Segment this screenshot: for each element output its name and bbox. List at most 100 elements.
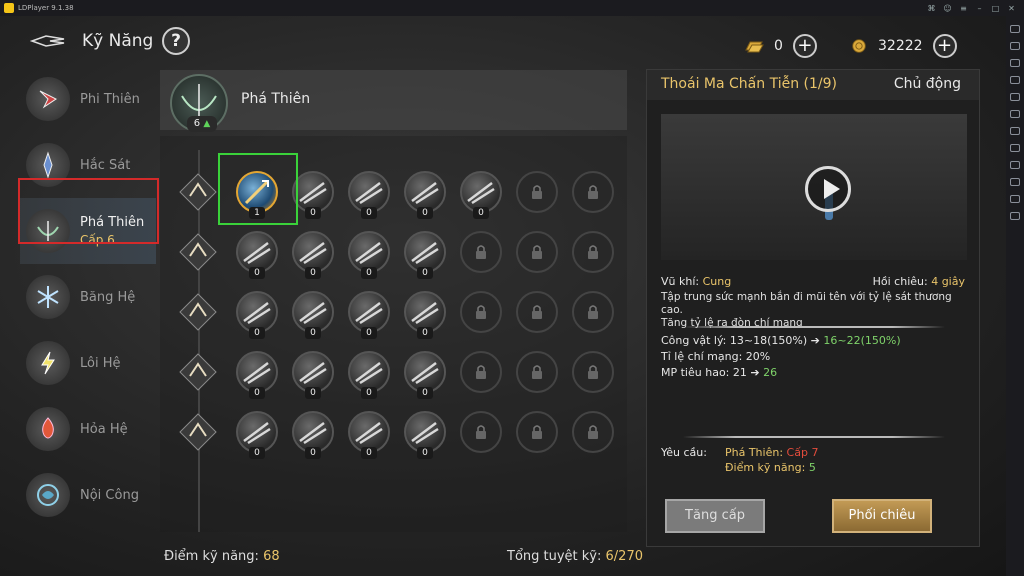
category-pha-thien[interactable]: Phá Thiên Cấp 6 xyxy=(20,198,156,264)
locked-skill-node[interactable] xyxy=(572,351,614,393)
locked-skill-node[interactable] xyxy=(572,171,614,213)
locked-skill-node[interactable] xyxy=(460,231,502,273)
lock-icon xyxy=(588,185,598,199)
skill-node-level: 1 xyxy=(249,207,265,219)
mp-next-value: 26 xyxy=(763,366,778,379)
skill-node[interactable]: 0 xyxy=(292,411,334,459)
upgrade-button[interactable]: Tăng cấp xyxy=(665,499,765,533)
locked-skill-node[interactable] xyxy=(460,351,502,393)
skill-art-icon xyxy=(243,362,271,385)
skill-art-icon xyxy=(299,302,327,325)
skill-node[interactable]: 0 xyxy=(404,351,446,399)
minimize-icon[interactable]: – xyxy=(975,4,984,13)
skill-node[interactable]: 0 xyxy=(348,231,390,279)
emulator-titlebar: LDPlayer 9.1.38 ⌘ ☺ ≡ – □ ✕ xyxy=(0,0,1024,16)
skill-node[interactable]: 0 xyxy=(236,231,278,279)
locked-skill-node[interactable] xyxy=(516,411,558,453)
category-loi-he[interactable]: Lôi Hệ xyxy=(20,330,156,396)
folder-icon[interactable] xyxy=(1010,161,1020,169)
add-gold-button[interactable]: + xyxy=(932,34,957,58)
skill-art-icon xyxy=(299,242,327,265)
skill-preview-video[interactable] xyxy=(661,114,967,260)
skill-row: 0 0 0 0 xyxy=(178,226,638,282)
volume-up-icon[interactable] xyxy=(1010,76,1020,84)
skill-node-level: 0 xyxy=(305,327,321,339)
skill-node-level: 0 xyxy=(417,387,433,399)
maximize-icon[interactable]: □ xyxy=(991,4,1000,13)
user-icon[interactable]: ☺ xyxy=(943,4,952,13)
cooldown-label: Hồi chiêu: xyxy=(872,275,928,288)
hac-sat-emblem-icon xyxy=(26,143,70,187)
attack-label: Công vật lý: xyxy=(661,334,727,347)
skill-art-icon xyxy=(243,242,271,265)
skill-node[interactable]: 0 xyxy=(348,351,390,399)
skill-node[interactable]: 0 xyxy=(404,291,446,339)
lock-icon xyxy=(476,305,486,319)
locked-skill-node[interactable] xyxy=(516,351,558,393)
play-icon[interactable] xyxy=(805,166,851,212)
sync-icon[interactable] xyxy=(1010,178,1020,186)
skill-node[interactable]: 0 xyxy=(292,171,334,219)
location-icon[interactable] xyxy=(1010,195,1020,203)
weapon-label: Vũ khí: xyxy=(661,275,700,288)
add-gem-button[interactable]: + xyxy=(792,34,817,58)
category-hac-sat[interactable]: Hắc Sát xyxy=(20,132,156,198)
skill-node-level: 0 xyxy=(305,447,321,459)
combo-button[interactable]: Phối chiêu xyxy=(832,499,932,533)
category-phi-thien[interactable]: Phi Thiên xyxy=(20,66,156,132)
back-wing-icon[interactable] xyxy=(30,34,66,48)
skill-node[interactable]: 0 xyxy=(292,231,334,279)
locked-skill-node[interactable] xyxy=(516,231,558,273)
skill-node[interactable]: 0 xyxy=(236,291,278,339)
skill-node[interactable]: 0 xyxy=(236,351,278,399)
window-controls: ⌘ ☺ ≡ – □ ✕ xyxy=(927,4,1024,13)
category-bang-he[interactable]: Băng Hệ xyxy=(20,264,156,330)
gamepad-icon[interactable]: ⌘ xyxy=(927,4,936,13)
menu-icon[interactable]: ≡ xyxy=(959,4,968,13)
close-icon[interactable]: ✕ xyxy=(1007,4,1016,13)
skill-node[interactable]: 0 xyxy=(460,171,502,219)
more-icon[interactable] xyxy=(1010,212,1020,220)
skill-node[interactable]: 0 xyxy=(236,411,278,459)
locked-skill-node[interactable] xyxy=(572,231,614,273)
skill-art-icon xyxy=(243,422,271,445)
locked-skill-node[interactable] xyxy=(516,171,558,213)
tree-level: 6 xyxy=(193,118,201,129)
skill-node[interactable]: 0 xyxy=(404,171,446,219)
keyboard-icon[interactable] xyxy=(1010,25,1020,33)
apk-icon[interactable] xyxy=(1010,144,1020,152)
selected-skill-node[interactable]: 1 xyxy=(236,171,278,219)
locked-skill-node[interactable] xyxy=(460,411,502,453)
skill-row: 0 0 0 0 xyxy=(178,286,638,342)
resolution-icon[interactable] xyxy=(1010,59,1020,67)
skill-node[interactable]: 0 xyxy=(292,291,334,339)
keymap-icon[interactable] xyxy=(1010,42,1020,50)
volume-down-icon[interactable] xyxy=(1010,93,1020,101)
skill-node[interactable]: 0 xyxy=(348,411,390,459)
locked-skill-node[interactable] xyxy=(516,291,558,333)
skill-node[interactable]: 0 xyxy=(404,411,446,459)
help-button[interactable]: ? xyxy=(162,27,190,55)
skill-node[interactable]: 0 xyxy=(404,231,446,279)
locked-skill-node[interactable] xyxy=(460,291,502,333)
skill-art-icon xyxy=(355,242,383,265)
snowflake-icon xyxy=(26,275,70,319)
skill-node[interactable]: 0 xyxy=(292,351,334,399)
category-noi-cong[interactable]: Nội Công xyxy=(20,462,156,528)
skill-art-icon xyxy=(355,182,383,205)
requirement-tree-row: Phá Thiên: Cấp 7 xyxy=(725,446,818,459)
skill-node[interactable]: 0 xyxy=(348,291,390,339)
skill-row: 1 0 0 0 0 xyxy=(178,166,638,222)
category-hoa-he[interactable]: Hỏa Hệ xyxy=(20,396,156,462)
weapon-row: Vũ khí: Cung xyxy=(661,275,731,288)
lock-icon xyxy=(588,425,598,439)
skill-node[interactable]: 0 xyxy=(348,171,390,219)
screenshot-icon[interactable] xyxy=(1010,110,1020,118)
row-tier-icon xyxy=(179,293,217,331)
skill-art-icon xyxy=(411,182,439,205)
locked-skill-node[interactable] xyxy=(572,411,614,453)
locked-skill-node[interactable] xyxy=(572,291,614,333)
cooldown-row: Hồi chiêu: 4 giây xyxy=(873,275,965,288)
mp-value: 21 xyxy=(732,366,747,379)
record-icon[interactable] xyxy=(1010,127,1020,135)
